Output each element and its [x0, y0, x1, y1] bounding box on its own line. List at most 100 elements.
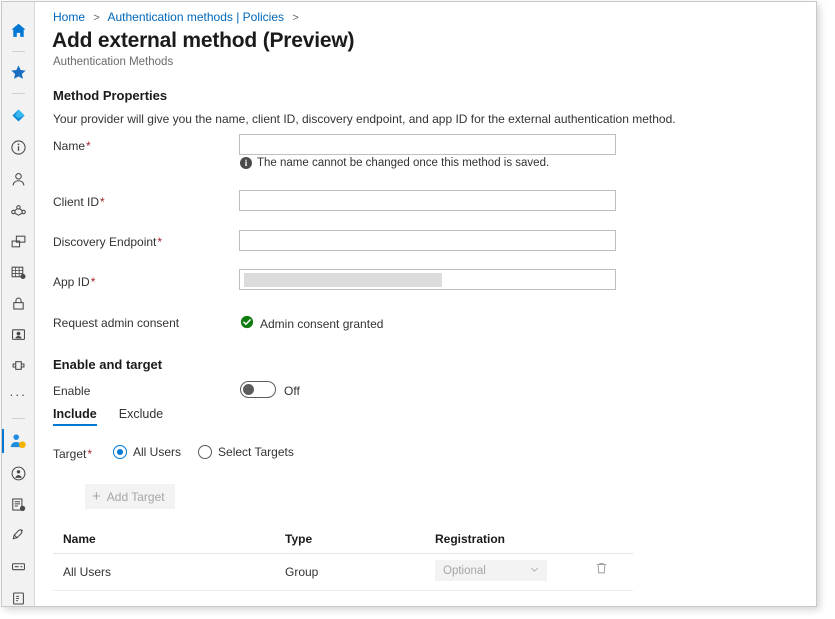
- user-badge-icon: [9, 432, 27, 450]
- rail-item-billing[interactable]: [2, 551, 34, 581]
- blade-content: Home > Authentication methods | Policies…: [35, 2, 816, 606]
- breadcrumb-item-authentication-methods[interactable]: Authentication methods | Policies: [107, 10, 284, 24]
- rail-divider: [12, 51, 25, 52]
- required-asterisk: *: [157, 235, 162, 249]
- client-id-input[interactable]: [239, 190, 616, 211]
- rail-item-identity-governance[interactable]: [2, 319, 34, 349]
- rail-item-groups[interactable]: [2, 195, 34, 225]
- cell-type: Group: [285, 565, 318, 579]
- app-id-redacted-value: [244, 273, 442, 287]
- breadcrumb[interactable]: Home > Authentication methods | Policies…: [53, 10, 304, 24]
- identity-governance-icon: [10, 326, 27, 343]
- reports-icon: [10, 496, 27, 513]
- delete-target-button[interactable]: [594, 560, 609, 581]
- breadcrumb-item-home[interactable]: Home: [53, 10, 85, 24]
- rail-item-users[interactable]: [2, 164, 34, 194]
- admin-consent-status: Admin consent granted: [240, 315, 383, 332]
- radio-select-targets[interactable]: Select Targets: [198, 445, 294, 459]
- rail-divider: [12, 93, 25, 94]
- rail-item-devices[interactable]: [2, 226, 34, 256]
- target-radio-group[interactable]: All Users Select Targets: [113, 445, 302, 459]
- tab-exclude[interactable]: Exclude: [119, 407, 163, 426]
- method-properties-description: Your provider will give you the name, cl…: [53, 112, 676, 126]
- column-header-type: Type: [285, 532, 312, 546]
- user-icon: [10, 171, 27, 188]
- info-icon: i: [240, 157, 252, 169]
- breadcrumb-separator: >: [292, 12, 298, 24]
- rail-item-identity[interactable]: [2, 426, 34, 456]
- page-title: Add external method (Preview): [52, 29, 354, 53]
- enable-and-target-heading: Enable and target: [53, 357, 162, 372]
- radio-all-users-label: All Users: [133, 445, 181, 459]
- azure-portal-window: ···: [1, 1, 817, 607]
- rail-item-information[interactable]: [2, 132, 34, 162]
- shield-user-icon: [10, 465, 27, 482]
- rail-divider: [12, 418, 25, 419]
- rail-item-monitoring[interactable]: [2, 489, 34, 519]
- rail-item-troubleshooting[interactable]: [2, 520, 34, 550]
- targets-table: Name Type Registration All Users Group O…: [53, 525, 633, 591]
- check-circle-icon: [240, 315, 254, 332]
- add-target-button[interactable]: + Add Target: [85, 484, 175, 509]
- column-header-name: Name: [63, 532, 96, 546]
- rail-item-applications[interactable]: [2, 257, 34, 287]
- enable-toggle-state: Off: [284, 384, 300, 398]
- enable-toggle[interactable]: [240, 381, 276, 398]
- groups-icon: [10, 202, 27, 219]
- rail-item-favorites[interactable]: [2, 57, 34, 87]
- apps-grid-icon: [10, 264, 27, 281]
- toggle-knob: [243, 384, 254, 395]
- required-asterisk: *: [86, 139, 91, 153]
- request-admin-consent-label: Request admin consent: [53, 316, 179, 330]
- ellipsis-icon: ···: [9, 388, 27, 406]
- table-header-row: Name Type Registration: [53, 525, 633, 554]
- rail-item-protection[interactable]: [2, 288, 34, 318]
- rail-item-settings[interactable]: [2, 583, 34, 607]
- left-nav-rail[interactable]: ···: [2, 2, 35, 606]
- column-header-registration: Registration: [435, 532, 505, 546]
- name-input[interactable]: [239, 134, 616, 155]
- discovery-endpoint-input[interactable]: [239, 230, 616, 251]
- plus-icon: +: [92, 489, 101, 504]
- required-asterisk: *: [91, 275, 96, 289]
- include-exclude-tabs[interactable]: Include Exclude: [53, 407, 163, 426]
- page-subtitle: Authentication Methods: [53, 56, 173, 68]
- client-id-field-label: Client ID*: [53, 195, 105, 209]
- registration-select-value: Optional: [443, 565, 486, 577]
- azure-resource-icon: [10, 107, 27, 124]
- troubleshoot-icon: [10, 527, 27, 544]
- rail-item-create-resource[interactable]: [2, 100, 34, 130]
- rail-item-show-more[interactable]: ···: [2, 382, 34, 412]
- name-hint-text: The name cannot be changed once this met…: [257, 157, 549, 169]
- tab-include[interactable]: Include: [53, 407, 97, 426]
- devices-icon: [10, 233, 27, 250]
- registration-select[interactable]: Optional: [435, 560, 547, 581]
- radio-select-targets-label: Select Targets: [218, 445, 294, 459]
- trash-icon: [594, 563, 609, 580]
- home-icon: [10, 22, 27, 39]
- rail-item-protection-shield[interactable]: [2, 458, 34, 488]
- rail-item-external-identities[interactable]: [2, 350, 34, 380]
- overflow-menu-icon[interactable]: ...: [334, 34, 348, 49]
- radio-all-users[interactable]: All Users: [113, 445, 181, 459]
- required-asterisk: *: [87, 447, 92, 461]
- screenshot-root: ···: [0, 0, 835, 619]
- radio-icon: [198, 445, 212, 459]
- info-circle-icon: [10, 139, 27, 156]
- radio-icon: [113, 445, 127, 459]
- rail-item-home[interactable]: [2, 15, 34, 45]
- app-id-field-label: App ID*: [53, 275, 95, 289]
- add-target-button-label: Add Target: [107, 490, 165, 504]
- table-row[interactable]: All Users Group Optional: [53, 554, 633, 591]
- admin-consent-status-text: Admin consent granted: [260, 317, 383, 331]
- method-properties-heading: Method Properties: [53, 88, 167, 103]
- name-field-label: Name*: [53, 139, 91, 153]
- required-asterisk: *: [100, 195, 105, 209]
- breadcrumb-separator: >: [93, 12, 99, 24]
- name-hint: i The name cannot be changed once this m…: [240, 157, 549, 169]
- external-identities-icon: [10, 357, 27, 374]
- discovery-endpoint-field-label: Discovery Endpoint*: [53, 235, 162, 249]
- billing-icon: [10, 558, 27, 575]
- enable-label: Enable: [53, 384, 90, 398]
- app-id-input[interactable]: [239, 269, 616, 290]
